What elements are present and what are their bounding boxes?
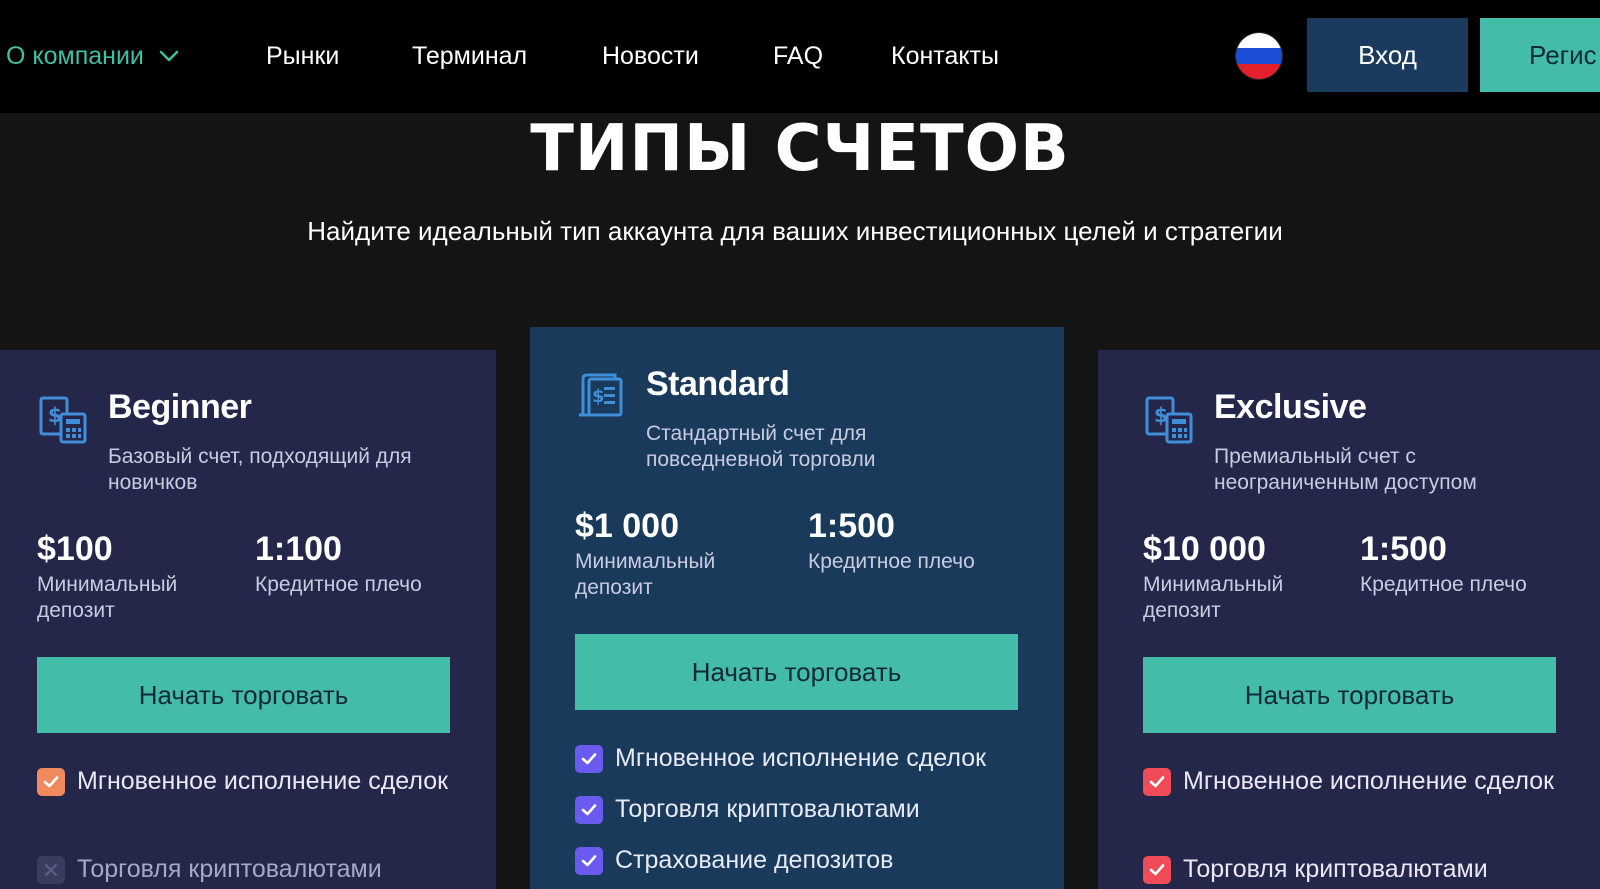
- feature-label: Мгновенное исполнение сделок: [615, 744, 987, 772]
- feature-item: Мгновенное исполнение сделок: [37, 767, 457, 796]
- nav-news-link[interactable]: Новости: [602, 38, 699, 74]
- leverage-label: Кредитное плечо: [255, 573, 422, 596]
- feature-item: Мгновенное исполнение сделок: [575, 744, 1035, 773]
- leverage-value: 1:500: [1360, 530, 1447, 568]
- login-button[interactable]: Вход: [1307, 18, 1468, 92]
- feature-label: Страхование депозитов: [615, 846, 894, 874]
- leverage-value: 1:100: [255, 530, 342, 568]
- account-card-beginner: $ Beginner Базовый счет, подходящий для …: [0, 350, 496, 889]
- account-name: Beginner: [108, 388, 252, 426]
- feature-label: Мгновенное исполнение сделок: [77, 767, 449, 795]
- check-icon: [37, 768, 65, 796]
- nav-about-dropdown[interactable]: О компании: [6, 38, 180, 74]
- nav-faq-link[interactable]: FAQ: [773, 38, 823, 74]
- account-description: Стандартный счет для повседневной торгов…: [646, 422, 876, 471]
- russia-flag-icon[interactable]: [1236, 33, 1282, 79]
- check-icon: [575, 847, 603, 875]
- account-document-icon: $: [1145, 396, 1193, 444]
- feature-label: Торговля криптовалютами: [77, 855, 382, 883]
- leverage-label: Кредитное плечо: [1360, 573, 1527, 596]
- account-document-icon: $: [579, 373, 623, 417]
- chevron-down-icon: [159, 50, 179, 62]
- min-deposit-value: $10 000: [1143, 530, 1266, 568]
- cross-icon: [37, 856, 65, 884]
- feature-item: Торговля криптовалютами: [575, 795, 1035, 824]
- min-deposit-label: Минимальный депозит: [575, 550, 716, 599]
- check-icon: [1143, 856, 1171, 884]
- min-deposit-label: Минимальный депозит: [1143, 573, 1284, 622]
- account-card-exclusive: $ Exclusive Премиальный счет с неогранич…: [1098, 350, 1600, 889]
- register-button[interactable]: Регис: [1480, 18, 1600, 92]
- account-name: Exclusive: [1214, 388, 1367, 426]
- account-name: Standard: [646, 365, 790, 403]
- min-deposit-label: Минимальный депозит: [37, 573, 178, 622]
- check-icon: [575, 745, 603, 773]
- account-description: Базовый счет, подходящий для новичков: [108, 445, 412, 494]
- start-trading-button[interactable]: Начать торговать: [575, 634, 1018, 710]
- feature-label: Мгновенное исполнение сделок: [1183, 767, 1555, 795]
- account-document-icon: $: [39, 396, 87, 444]
- page-title: ТИПЫ СЧЕТОВ: [530, 112, 1070, 186]
- leverage-value: 1:500: [808, 507, 895, 545]
- start-trading-button[interactable]: Начать торговать: [37, 657, 450, 733]
- feature-label: Торговля криптовалютами: [1183, 855, 1488, 883]
- min-deposit-value: $1 000: [575, 507, 679, 545]
- feature-item: Торговля криптовалютами: [37, 855, 457, 884]
- nav-contacts-link[interactable]: Контакты: [891, 38, 999, 74]
- top-navbar: О компании Рынки Терминал Новости FAQ Ко…: [0, 0, 1600, 113]
- feature-label: Торговля криптовалютами: [615, 795, 920, 823]
- svg-text:$: $: [592, 386, 605, 407]
- nav-about-label: О компании: [6, 42, 144, 70]
- feature-item: Мгновенное исполнение сделок: [1143, 767, 1563, 796]
- leverage-label: Кредитное плечо: [808, 550, 975, 573]
- check-icon: [575, 796, 603, 824]
- feature-item: Торговля криптовалютами: [1143, 855, 1563, 884]
- nav-markets-link[interactable]: Рынки: [266, 38, 339, 74]
- check-icon: [1143, 768, 1171, 796]
- feature-item: Страхование депозитов: [575, 846, 1035, 875]
- min-deposit-value: $100: [37, 530, 113, 568]
- account-description: Премиальный счет с неограниченным доступ…: [1214, 445, 1477, 494]
- account-card-standard: $ Standard Стандартный счет для повседне…: [530, 327, 1064, 889]
- nav-terminal-link[interactable]: Терминал: [412, 38, 527, 74]
- start-trading-button[interactable]: Начать торговать: [1143, 657, 1556, 733]
- page-subtitle: Найдите идеальный тип аккаунта для ваших…: [307, 216, 1283, 246]
